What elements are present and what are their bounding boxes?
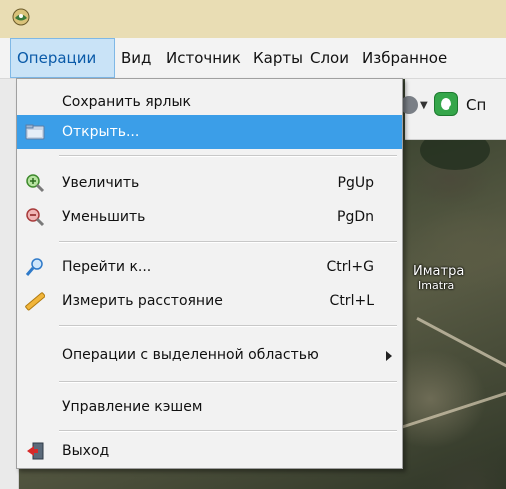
exit-icon — [27, 442, 44, 460]
menu-separator — [59, 155, 397, 157]
menu-item-label: Уменьшить — [62, 209, 146, 225]
map-city-label-latin: Imatra — [418, 279, 455, 292]
menu-bar: Операции Вид Источник Карты Слои Избранн… — [0, 38, 506, 79]
map-city-label: Иматра — [413, 264, 465, 279]
menu-item-exit[interactable]: Выход — [17, 434, 402, 468]
menu-item-open[interactable]: Открыть... — [17, 115, 402, 149]
toolbar-partial-label[interactable]: Сп — [466, 96, 486, 114]
menu-item-save-shortcut[interactable]: Сохранить ярлык — [17, 85, 402, 119]
menu-item-label: Сохранить ярлык — [62, 94, 191, 110]
menu-item-cache-management[interactable]: Управление кэшем — [17, 390, 402, 424]
menu-item-label: Измерить расстояние — [62, 293, 223, 309]
menu-item-shortcut: Ctrl+G — [326, 259, 375, 275]
menu-item-shortcut: PgDn — [337, 209, 374, 225]
menu-operations[interactable]: Операции — [10, 38, 115, 78]
menu-separator — [59, 241, 397, 243]
menu-favorites[interactable]: Избранное — [356, 38, 453, 78]
app-icon — [12, 8, 30, 26]
menu-item-label: Перейти к... — [62, 259, 152, 275]
menu-layers-label: Слои — [310, 49, 349, 67]
menu-item-label: Увеличить — [62, 175, 140, 191]
menu-layers[interactable]: Слои — [304, 38, 355, 78]
menu-favorites-label: Избранное — [362, 49, 448, 67]
menu-view-label: Вид — [121, 49, 152, 67]
menu-item-label: Открыть... — [62, 124, 140, 140]
menu-item-zoom-out[interactable]: Уменьшить PgDn — [17, 200, 402, 234]
menu-item-selection-operations[interactable]: Операции с выделенной областью — [17, 338, 402, 372]
menu-item-label: Управление кэшем — [62, 399, 203, 415]
title-bar — [0, 0, 506, 38]
zoom-in-icon — [26, 174, 45, 193]
app-window: Операции Вид Источник Карты Слои Избранн… — [0, 0, 506, 489]
menu-item-shortcut: PgUp — [337, 175, 374, 191]
menu-item-label: Выход — [62, 443, 110, 459]
ruler-icon — [25, 292, 45, 311]
menu-separator — [59, 325, 397, 327]
menu-maps-label: Карты — [253, 49, 303, 67]
green-leaf-icon[interactable] — [434, 92, 458, 116]
menu-item-goto[interactable]: Перейти к... Ctrl+G — [17, 250, 402, 284]
zoom-out-icon — [26, 208, 45, 227]
menu-item-zoom-in[interactable]: Увеличить PgUp — [17, 166, 402, 200]
menu-item-label: Операции с выделенной областью — [62, 347, 319, 363]
menu-source-label: Источник — [166, 49, 241, 67]
submenu-arrow-icon — [386, 351, 392, 361]
menu-item-shortcut: Ctrl+L — [329, 293, 374, 309]
goto-icon — [25, 258, 43, 276]
folder-icon — [25, 124, 45, 140]
menu-source[interactable]: Источник — [160, 38, 247, 78]
dropdown-caret-icon[interactable]: ▼ — [420, 100, 428, 111]
menu-separator — [59, 381, 397, 383]
menu-maps[interactable]: Карты — [247, 38, 309, 78]
operations-dropdown-menu: Сохранить ярлык Открыть... Увеличить PgU… — [16, 78, 403, 469]
menu-separator — [59, 430, 397, 432]
menu-view[interactable]: Вид — [115, 38, 157, 78]
menu-item-measure-distance[interactable]: Измерить расстояние Ctrl+L — [17, 284, 402, 318]
menu-operations-label: Операции — [17, 49, 97, 67]
